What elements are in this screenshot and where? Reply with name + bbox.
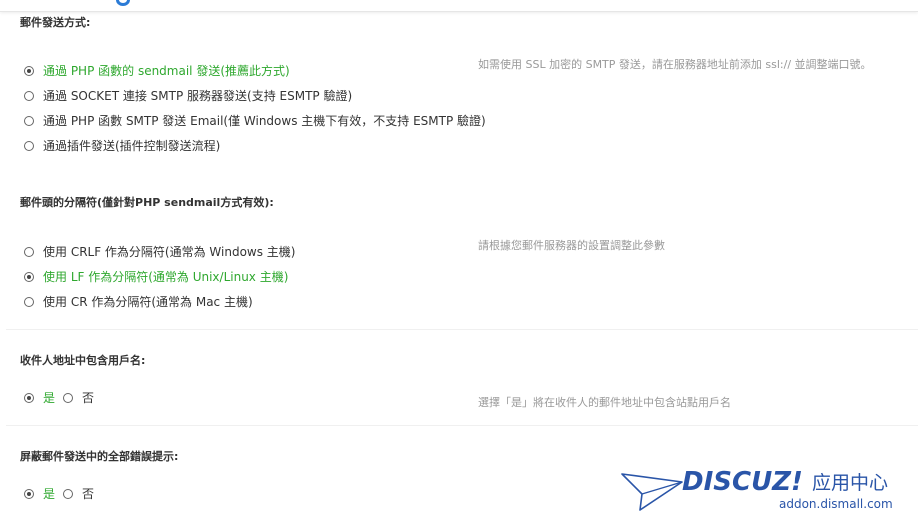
paper-plane-icon (621, 473, 683, 511)
silent-errors-no[interactable]: 否 (63, 486, 94, 502)
option-label: 通過 SOCKET 連接 SMTP 服務器發送(支持 ESMTP 驗證) (43, 89, 353, 103)
radio-checked-icon[interactable] (24, 393, 34, 403)
include-username-title: 收件人地址中包含用戶名: (20, 354, 146, 367)
watermark-url: addon.dismall.com (779, 497, 893, 511)
option-label: 否 (82, 391, 95, 405)
watermark-brand-sub: 应用中心 (812, 472, 889, 494)
option-label: 通過 PHP 函數 SMTP 發送 Email(僅 Windows 主機下有效，… (43, 114, 486, 128)
include-username-no[interactable]: 否 (63, 390, 94, 406)
option-label: 是 (43, 487, 56, 501)
separator-option-cr[interactable]: 使用 CR 作為分隔符(通常為 Mac 主機) (24, 294, 253, 310)
mail-method-option-sendmail[interactable]: 通過 PHP 函數的 sendmail 發送(推薦此方式) (24, 63, 290, 79)
radio-unchecked-icon[interactable] (24, 91, 34, 101)
section-divider (6, 425, 918, 426)
radio-unchecked-icon[interactable] (24, 141, 34, 151)
option-label: 使用 LF 作為分隔符(通常為 Unix/Linux 主機) (43, 270, 289, 284)
logo-fragment-icon (116, 0, 130, 6)
top-header-bar (0, 0, 918, 12)
option-label: 通過 PHP 函數的 sendmail 發送(推薦此方式) (43, 64, 290, 78)
radio-unchecked-icon[interactable] (24, 297, 34, 307)
option-label: 使用 CRLF 作為分隔符(通常為 Windows 主機) (43, 245, 296, 259)
discuz-watermark: DISCUZ! 应用中心 addon.dismall.com (620, 462, 910, 522)
section-divider (6, 329, 918, 330)
radio-unchecked-icon[interactable] (24, 116, 34, 126)
option-label: 否 (82, 487, 95, 501)
silent-errors-options: 是 否 (24, 486, 102, 502)
option-label: 是 (43, 391, 56, 405)
separator-option-lf[interactable]: 使用 LF 作為分隔符(通常為 Unix/Linux 主機) (24, 269, 288, 285)
radio-unchecked-icon[interactable] (63, 393, 74, 403)
radio-unchecked-icon[interactable] (63, 489, 74, 499)
mail-method-option-plugin[interactable]: 通過插件發送(插件控制發送流程) (24, 138, 220, 154)
include-username-options: 是 否 (24, 390, 102, 406)
option-label: 使用 CR 作為分隔符(通常為 Mac 主機) (43, 295, 253, 309)
include-username-hint: 選擇「是」將在收件人的郵件地址中包含站點用戶名 (478, 396, 731, 409)
radio-checked-icon[interactable] (24, 66, 34, 76)
radio-checked-icon[interactable] (24, 272, 34, 282)
mail-method-hint: 如需使用 SSL 加密的 SMTP 發送，請在服務器地址前添加 ssl:// 並… (478, 58, 872, 71)
radio-unchecked-icon[interactable] (24, 247, 34, 257)
silent-errors-yes[interactable]: 是 (24, 486, 55, 502)
separator-title: 郵件頭的分隔符(僅針對PHP sendmail方式有效): (20, 196, 274, 209)
separator-option-crlf[interactable]: 使用 CRLF 作為分隔符(通常為 Windows 主機) (24, 244, 296, 260)
mail-method-option-php-smtp[interactable]: 通過 PHP 函數 SMTP 發送 Email(僅 Windows 主機下有效，… (24, 113, 486, 129)
option-label: 通過插件發送(插件控制發送流程) (43, 139, 221, 153)
silent-errors-title: 屏蔽郵件發送中的全部錯誤提示: (20, 450, 179, 463)
watermark-brand: DISCUZ! (682, 467, 803, 497)
include-username-yes[interactable]: 是 (24, 390, 55, 406)
mail-method-option-socket[interactable]: 通過 SOCKET 連接 SMTP 服務器發送(支持 ESMTP 驗證) (24, 88, 352, 104)
separator-hint: 請根據您郵件服務器的設置調整此參數 (478, 239, 665, 252)
mail-method-title: 郵件發送方式: (20, 16, 91, 29)
radio-checked-icon[interactable] (24, 489, 34, 499)
